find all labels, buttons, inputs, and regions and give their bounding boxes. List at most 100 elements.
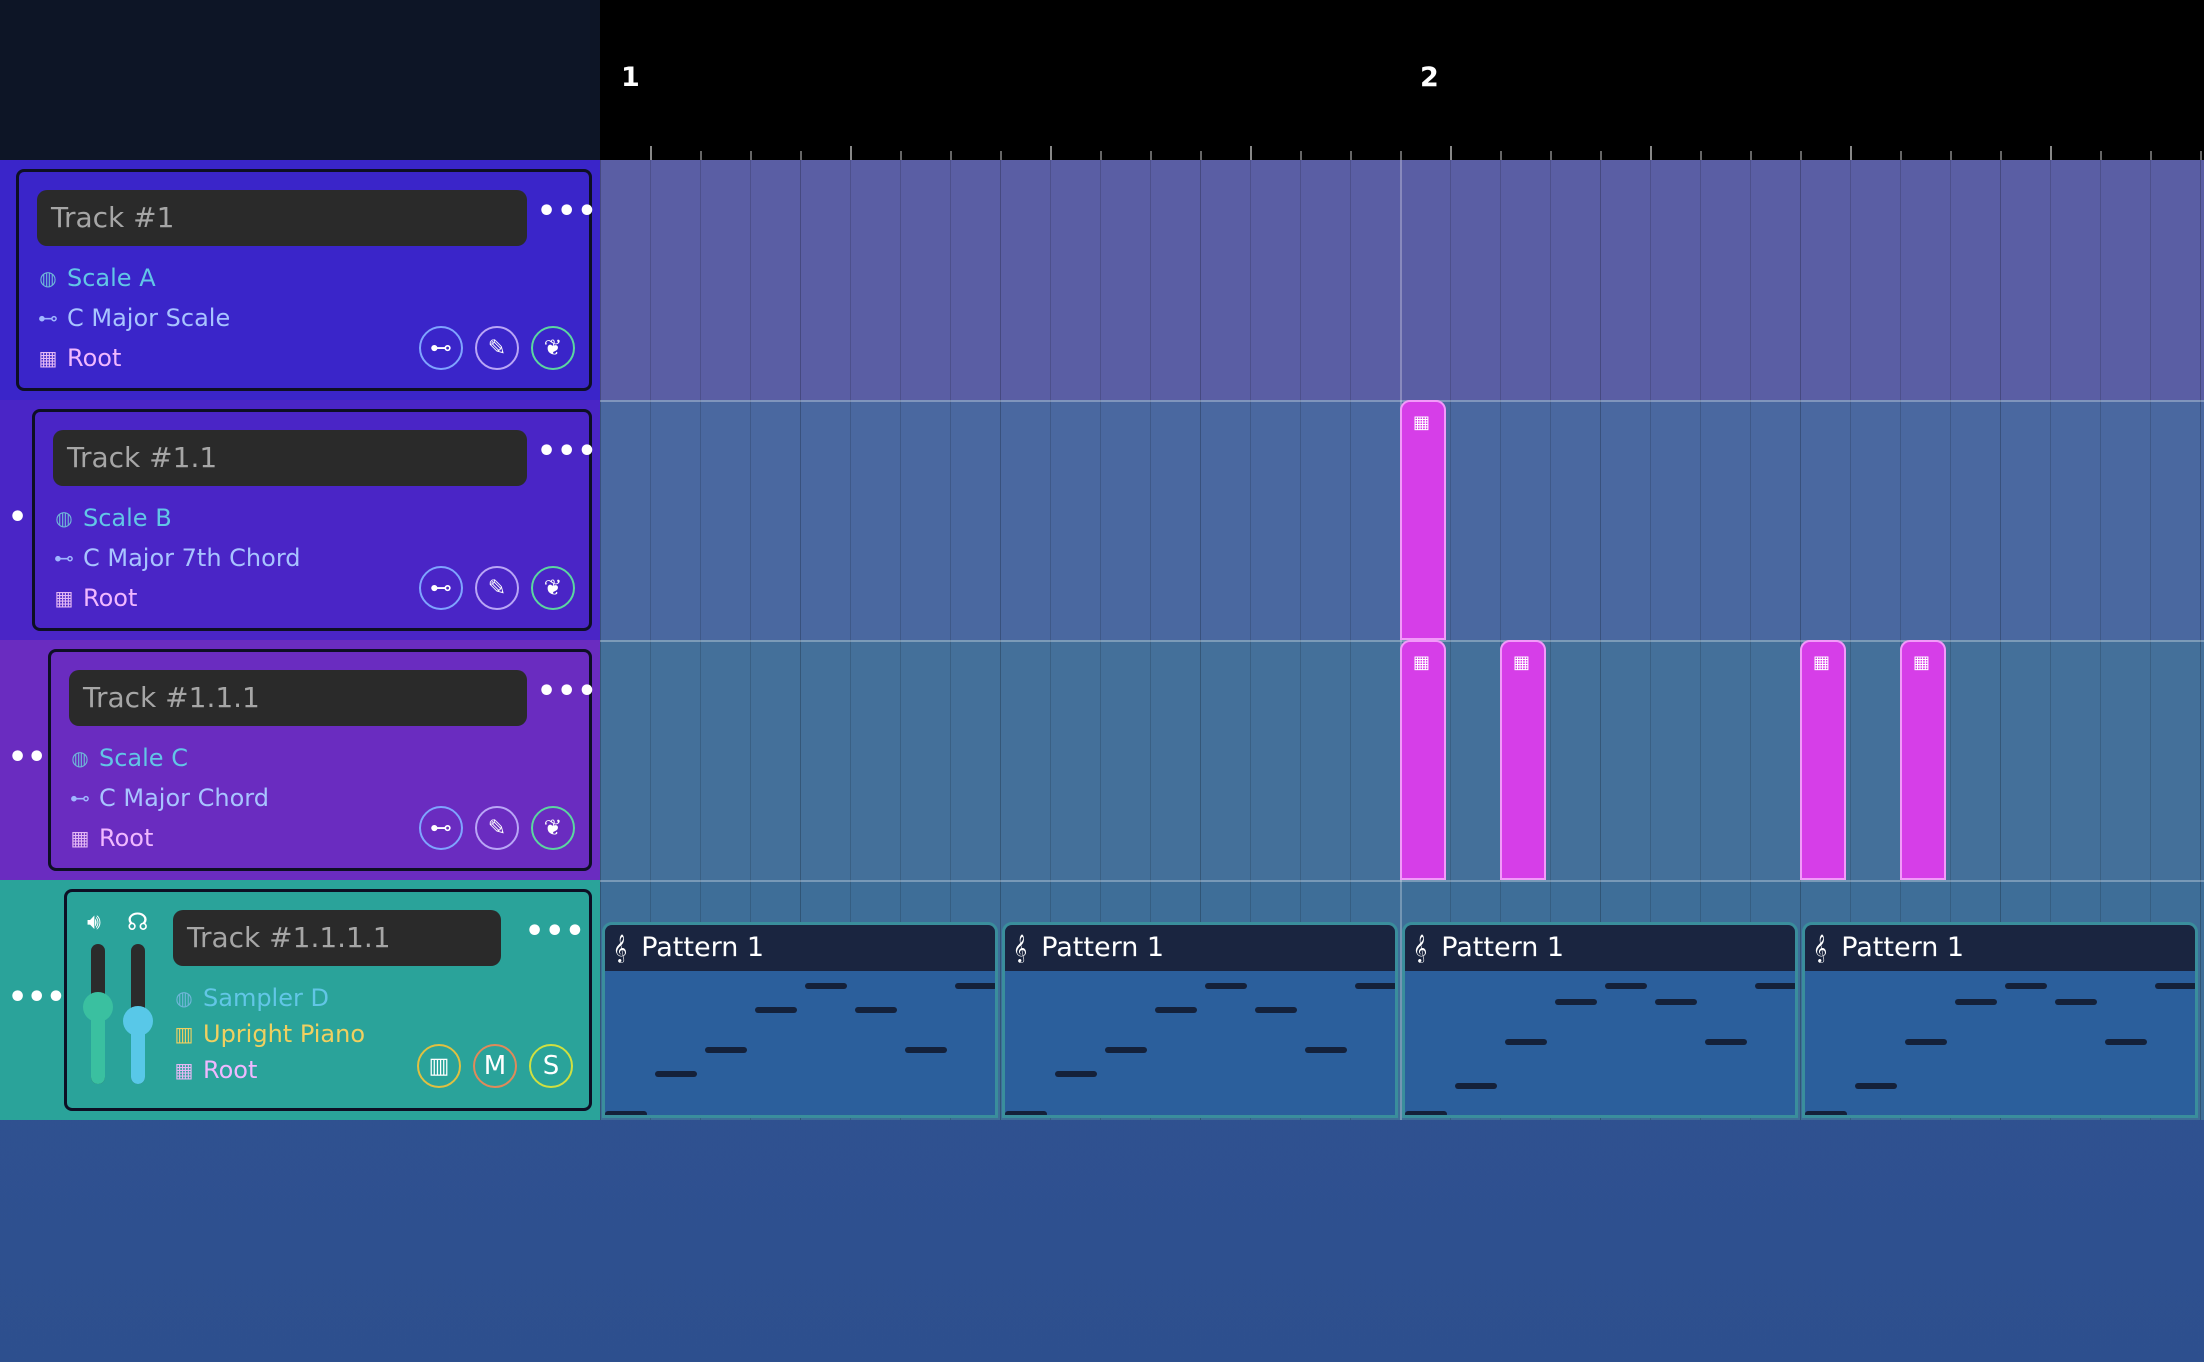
solo-button[interactable]: S bbox=[529, 1044, 573, 1088]
calculator-icon: ▦ bbox=[1413, 652, 1431, 673]
track-name-field[interactable]: Track #1.1.1.1 bbox=[173, 910, 501, 966]
clip[interactable]: ▦ bbox=[1400, 640, 1446, 880]
track-name-field[interactable]: Track #1.1.1 bbox=[69, 670, 527, 726]
track-card-4[interactable]: 🔊︎ ☊ Track #1.1.1.1 ••• ◍ Sampler D ▥ Upri… bbox=[64, 889, 592, 1111]
track-menu-button[interactable]: ••• bbox=[537, 197, 598, 227]
pattern-header[interactable]: 𝄞 Pattern 1 bbox=[605, 925, 995, 971]
ruler-tick bbox=[2200, 151, 2202, 160]
track-pattern-type[interactable]: ⊷ C Major 7th Chord bbox=[53, 544, 301, 572]
note bbox=[2055, 999, 2097, 1005]
treble-clef-icon: 𝄞 bbox=[1813, 934, 1828, 962]
edit-button[interactable]: ✎ bbox=[475, 566, 519, 610]
mask-icon: ⊷ bbox=[430, 815, 452, 841]
track-pose[interactable]: ▦ Root bbox=[173, 1056, 258, 1084]
calculator-icon: ▦ bbox=[38, 346, 58, 370]
globe-icon: ◍ bbox=[175, 986, 193, 1010]
pattern-type-label: C Major Scale bbox=[67, 304, 231, 332]
note bbox=[1455, 1083, 1497, 1089]
pattern-block[interactable]: 𝄞 Pattern 1 bbox=[1802, 922, 2198, 1118]
track-card-1[interactable]: Track #1 ••• ◍ Scale A ⊷ C Major Scale ▦ Ro… bbox=[16, 169, 597, 391]
clip[interactable]: ▦ bbox=[1800, 640, 1846, 880]
note bbox=[1105, 1047, 1147, 1053]
track-name-field[interactable]: Track #1.1 bbox=[53, 430, 527, 486]
pattern-type-button[interactable]: ⊷ bbox=[419, 566, 463, 610]
leaf-button[interactable]: ❦ bbox=[531, 566, 575, 610]
track-menu-button[interactable]: ••• bbox=[525, 917, 586, 947]
pose-label: Root bbox=[203, 1056, 258, 1084]
ruler-tick bbox=[900, 151, 902, 160]
ruler-tick bbox=[800, 151, 802, 160]
track-pose[interactable]: ▦ Root bbox=[37, 344, 122, 372]
volume-slider[interactable] bbox=[83, 944, 113, 1084]
note bbox=[2155, 983, 2195, 989]
piano-icon: ▥ bbox=[428, 1053, 450, 1079]
pattern-block[interactable]: 𝄞 Pattern 1 bbox=[1002, 922, 1398, 1118]
track-scale[interactable]: ◍ Scale A bbox=[37, 264, 155, 292]
ruler-tick bbox=[2150, 151, 2152, 160]
lane-separator bbox=[600, 640, 2204, 642]
clip[interactable]: ▦ bbox=[1500, 640, 1546, 880]
pattern-block[interactable]: 𝄞 Pattern 1 bbox=[1402, 922, 1798, 1118]
leaf-icon: ❦ bbox=[543, 575, 563, 601]
track-pose[interactable]: ▦ Root bbox=[69, 824, 154, 852]
leaf-button[interactable]: ❦ bbox=[531, 326, 575, 370]
track-sampler[interactable]: ◍ Sampler D bbox=[173, 984, 329, 1012]
edit-button[interactable]: ✎ bbox=[475, 326, 519, 370]
track-lane-1[interactable] bbox=[600, 160, 2204, 400]
track-scale[interactable]: ◍ Scale C bbox=[69, 744, 188, 772]
note bbox=[1955, 999, 1997, 1005]
ruler-tick bbox=[1600, 151, 1602, 160]
pan-knob[interactable] bbox=[123, 1006, 153, 1036]
track-pattern-type[interactable]: ⊷ C Major Scale bbox=[37, 304, 230, 332]
note bbox=[1555, 999, 1597, 1005]
scale-label: Scale C bbox=[99, 744, 188, 772]
ruler-tick bbox=[1950, 151, 1952, 160]
pattern-type-button[interactable]: ⊷ bbox=[419, 806, 463, 850]
pattern-block[interactable]: 𝄞 Pattern 1 bbox=[602, 922, 998, 1118]
leaf-button[interactable]: ❦ bbox=[531, 806, 575, 850]
pattern-type-label: C Major Chord bbox=[99, 784, 269, 812]
ruler-tick bbox=[1800, 151, 1802, 160]
note bbox=[1655, 999, 1697, 1005]
track-menu-button[interactable]: ••• bbox=[537, 677, 598, 707]
ruler-tick bbox=[2050, 146, 2052, 160]
track-name-field[interactable]: Track #1 bbox=[37, 190, 527, 246]
pattern-header[interactable]: 𝄞 Pattern 1 bbox=[1405, 925, 1795, 971]
mask-icon: ⊷ bbox=[430, 335, 452, 361]
pattern-header[interactable]: 𝄞 Pattern 1 bbox=[1005, 925, 1395, 971]
track-menu-button[interactable]: ••• bbox=[537, 437, 598, 467]
edit-button[interactable]: ✎ bbox=[475, 806, 519, 850]
clip[interactable]: ▦ bbox=[1400, 400, 1446, 640]
lane-separator bbox=[600, 400, 2204, 402]
mask-icon: ⊷ bbox=[38, 306, 58, 330]
note bbox=[705, 1047, 747, 1053]
track-scale[interactable]: ◍ Scale B bbox=[53, 504, 171, 532]
note bbox=[1055, 1071, 1097, 1077]
globe-icon: ◍ bbox=[55, 506, 73, 530]
track-card-3[interactable]: Track #1.1.1 ••• ◍ Scale C ⊷ C Major Chord… bbox=[48, 649, 597, 871]
volume-knob[interactable] bbox=[83, 992, 113, 1022]
clip[interactable]: ▦ bbox=[1900, 640, 1946, 880]
timeline-ruler[interactable]: 1 2 bbox=[600, 0, 2204, 160]
ruler-tick bbox=[1100, 151, 1102, 160]
pattern-type-button[interactable]: ⊷ bbox=[419, 326, 463, 370]
note bbox=[1355, 983, 1395, 989]
ruler-tick bbox=[1650, 146, 1652, 160]
globe-icon: ◍ bbox=[39, 266, 57, 290]
pan-slider[interactable] bbox=[123, 944, 153, 1084]
track-pose[interactable]: ▦ Root bbox=[53, 584, 138, 612]
pose-label: Root bbox=[67, 344, 122, 372]
pose-label: Root bbox=[99, 824, 154, 852]
track-pattern-type[interactable]: ⊷ C Major Chord bbox=[69, 784, 269, 812]
ruler-tick bbox=[1150, 151, 1152, 160]
pattern-label: Pattern 1 bbox=[1441, 932, 1565, 963]
note bbox=[1855, 1083, 1897, 1089]
track-card-2[interactable]: Track #1.1 ••• ◍ Scale B ⊷ C Major 7th Cho… bbox=[32, 409, 597, 631]
note bbox=[1705, 1039, 1747, 1045]
pattern-header[interactable]: 𝄞 Pattern 1 bbox=[1805, 925, 2195, 971]
mute-button[interactable]: M bbox=[473, 1044, 517, 1088]
treble-clef-icon: 𝄞 bbox=[613, 934, 628, 962]
track-instrument[interactable]: ▥ Upright Piano bbox=[173, 1020, 366, 1048]
leaf-icon: ❦ bbox=[543, 335, 563, 361]
instrument-button[interactable]: ▥ bbox=[417, 1044, 461, 1088]
